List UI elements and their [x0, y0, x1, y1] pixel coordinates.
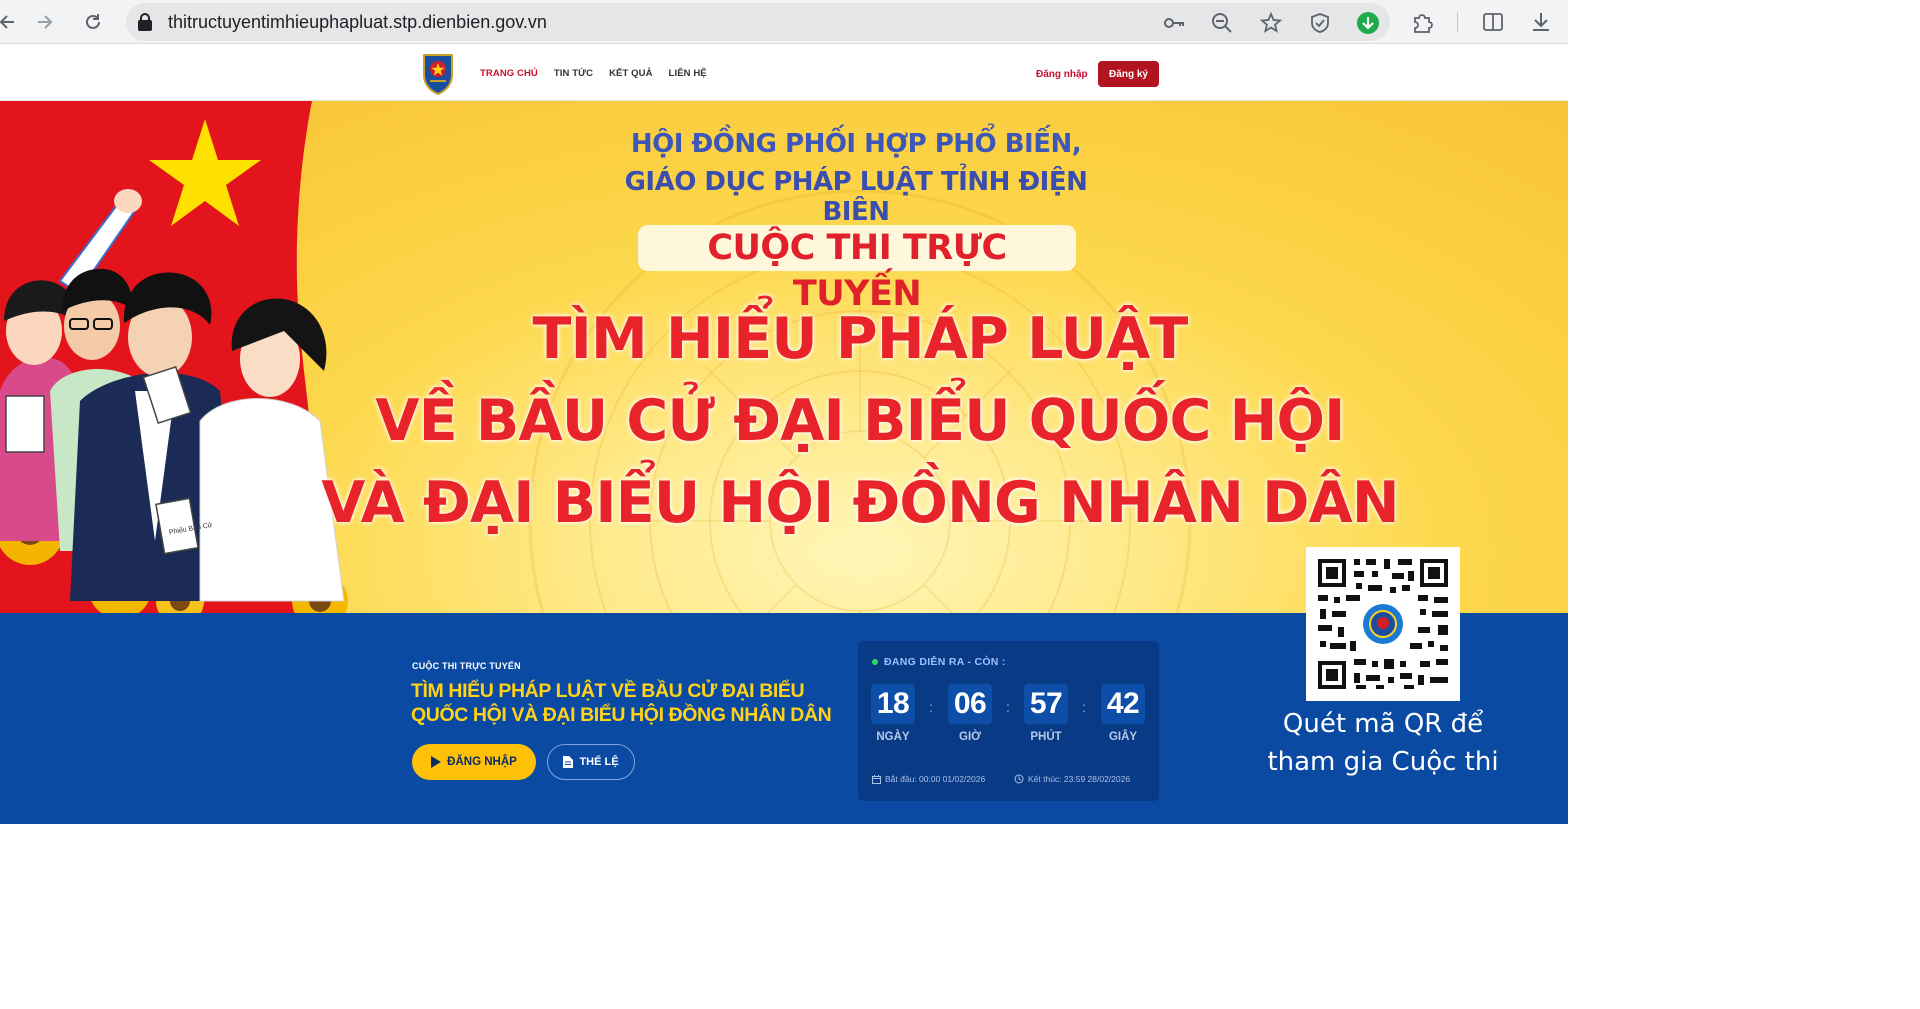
countdown-start: Bắt đầu: 00:00 01/02/2026	[872, 774, 985, 784]
contest-info-section: CUỘC THI TRỰC TUYẾN TÌM HIỂU PHÁP LUẬT V…	[0, 547, 1568, 824]
info-title: TÌM HIỂU PHÁP LUẬT VỀ BẦU CỬ ĐẠI BIỂU QU…	[411, 680, 832, 726]
register-button[interactable]: Đăng ký	[1098, 61, 1159, 87]
history-icon	[1014, 774, 1024, 784]
countdown-colon: :	[1006, 699, 1010, 715]
org-title-line2: GIÁO DỤC PHÁP LUẬT TỈNH ĐIỆN BIÊN	[624, 167, 1088, 227]
nav-contact[interactable]: LIÊN HỆ	[669, 68, 707, 79]
rules-label: THỂ LỆ	[579, 756, 619, 768]
main-nav: TRANG CHỦ TIN TỨC KẾT QUẢ LIÊN HỆ	[480, 68, 707, 79]
countdown-status: ĐANG DIỄN RA - CÒN :	[872, 656, 1006, 668]
contest-label: CUỘC THI TRỰC TUYẾN	[638, 225, 1076, 314]
downloads-icon[interactable]	[1529, 10, 1553, 34]
countdown-seconds-label: GIÂY	[1108, 731, 1138, 743]
split-screen-icon[interactable]	[1481, 10, 1505, 34]
site-header: TRANG CHỦ TIN TỨC KẾT QUẢ LIÊN HỆ Đăng n…	[0, 45, 1568, 101]
countdown-colon: :	[1082, 699, 1086, 715]
countdown-hours: 06	[948, 684, 992, 724]
nav-news[interactable]: TIN TỨC	[554, 68, 593, 79]
countdown-minutes-label: PHÚT	[1030, 731, 1062, 743]
info-kicker: CUỘC THI TRỰC TUYẾN	[412, 661, 521, 671]
qr-caption: Quét mã QR để tham gia Cuộc thi	[1256, 705, 1510, 781]
banner-title-line2: VỀ BẦU CỬ ĐẠI BIỂU QUỐC HỘI	[375, 388, 1345, 454]
countdown-colon: :	[929, 699, 933, 715]
play-icon	[431, 756, 442, 768]
nav-home[interactable]: TRANG CHỦ	[480, 68, 538, 79]
countdown-hours-label: GIỜ	[959, 731, 981, 743]
contest-login-button[interactable]: ĐĂNG NHẬP	[412, 744, 536, 780]
qr-caption-line2: tham gia Cuộc thi	[1267, 747, 1499, 777]
bookmark-star-icon[interactable]	[1259, 11, 1283, 35]
countdown-days-label: NGÀY	[876, 731, 910, 743]
countdown-panel: ĐANG DIỄN RA - CÒN : 18 : 06 : 57 : 42 N…	[858, 641, 1159, 801]
qr-code-image	[1306, 547, 1460, 701]
shield-icon[interactable]	[1308, 11, 1332, 35]
hero-banner: Phiếu Bầu Cử HỘI ĐỒNG PHỐI HỢP PHỔ BIẾN,…	[0, 101, 1568, 613]
lock-icon[interactable]	[136, 12, 154, 37]
countdown-seconds: 42	[1101, 684, 1145, 724]
qr-code	[1306, 547, 1460, 701]
countdown-end-text: Kết thúc: 23:59 28/02/2026	[1028, 774, 1131, 784]
extensions-icon[interactable]	[1411, 10, 1435, 34]
live-dot-icon	[872, 659, 878, 665]
download-status-icon[interactable]	[1356, 11, 1380, 35]
browser-toolbar: thitructuyentimhieuphapluat.stp.dienbien…	[0, 0, 1568, 44]
countdown-end: Kết thúc: 23:59 28/02/2026	[1014, 774, 1130, 784]
org-title-line1: HỘI ĐỒNG PHỐI HỢP PHỔ BIẾN,	[630, 129, 1082, 159]
reload-icon[interactable]	[79, 8, 107, 36]
zoom-out-icon[interactable]	[1210, 11, 1234, 35]
banner-title-line3: VÀ ĐẠI BIỂU HỘI ĐỒNG NHÂN DÂN	[321, 470, 1399, 536]
toolbar-separator	[1457, 12, 1458, 32]
qr-caption-line1: Quét mã QR để	[1282, 709, 1484, 739]
countdown-status-text: ĐANG DIỄN RA - CÒN :	[884, 656, 1006, 668]
header-login-link[interactable]: Đăng nhập	[1036, 69, 1088, 80]
countdown-start-text: Bắt đầu: 00:00 01/02/2026	[885, 774, 986, 784]
site-logo[interactable]	[422, 51, 454, 96]
rules-button[interactable]: THỂ LỆ	[547, 744, 635, 780]
calendar-icon	[872, 774, 881, 784]
countdown-days: 18	[871, 684, 915, 724]
back-icon[interactable]	[0, 8, 22, 36]
countdown-minutes: 57	[1024, 684, 1068, 724]
forward-icon[interactable]	[30, 8, 58, 36]
banner-title-line1: TÌM HIỂU PHÁP LUẬT	[532, 306, 1188, 372]
password-key-icon[interactable]	[1162, 11, 1186, 35]
nav-results[interactable]: KẾT QUẢ	[609, 68, 652, 79]
document-icon	[563, 756, 574, 768]
url-text[interactable]: thitructuyentimhieuphapluat.stp.dienbien…	[168, 12, 547, 33]
address-bar[interactable]: thitructuyentimhieuphapluat.stp.dienbien…	[126, 3, 1390, 41]
contest-login-label: ĐĂNG NHẬP	[447, 756, 517, 768]
